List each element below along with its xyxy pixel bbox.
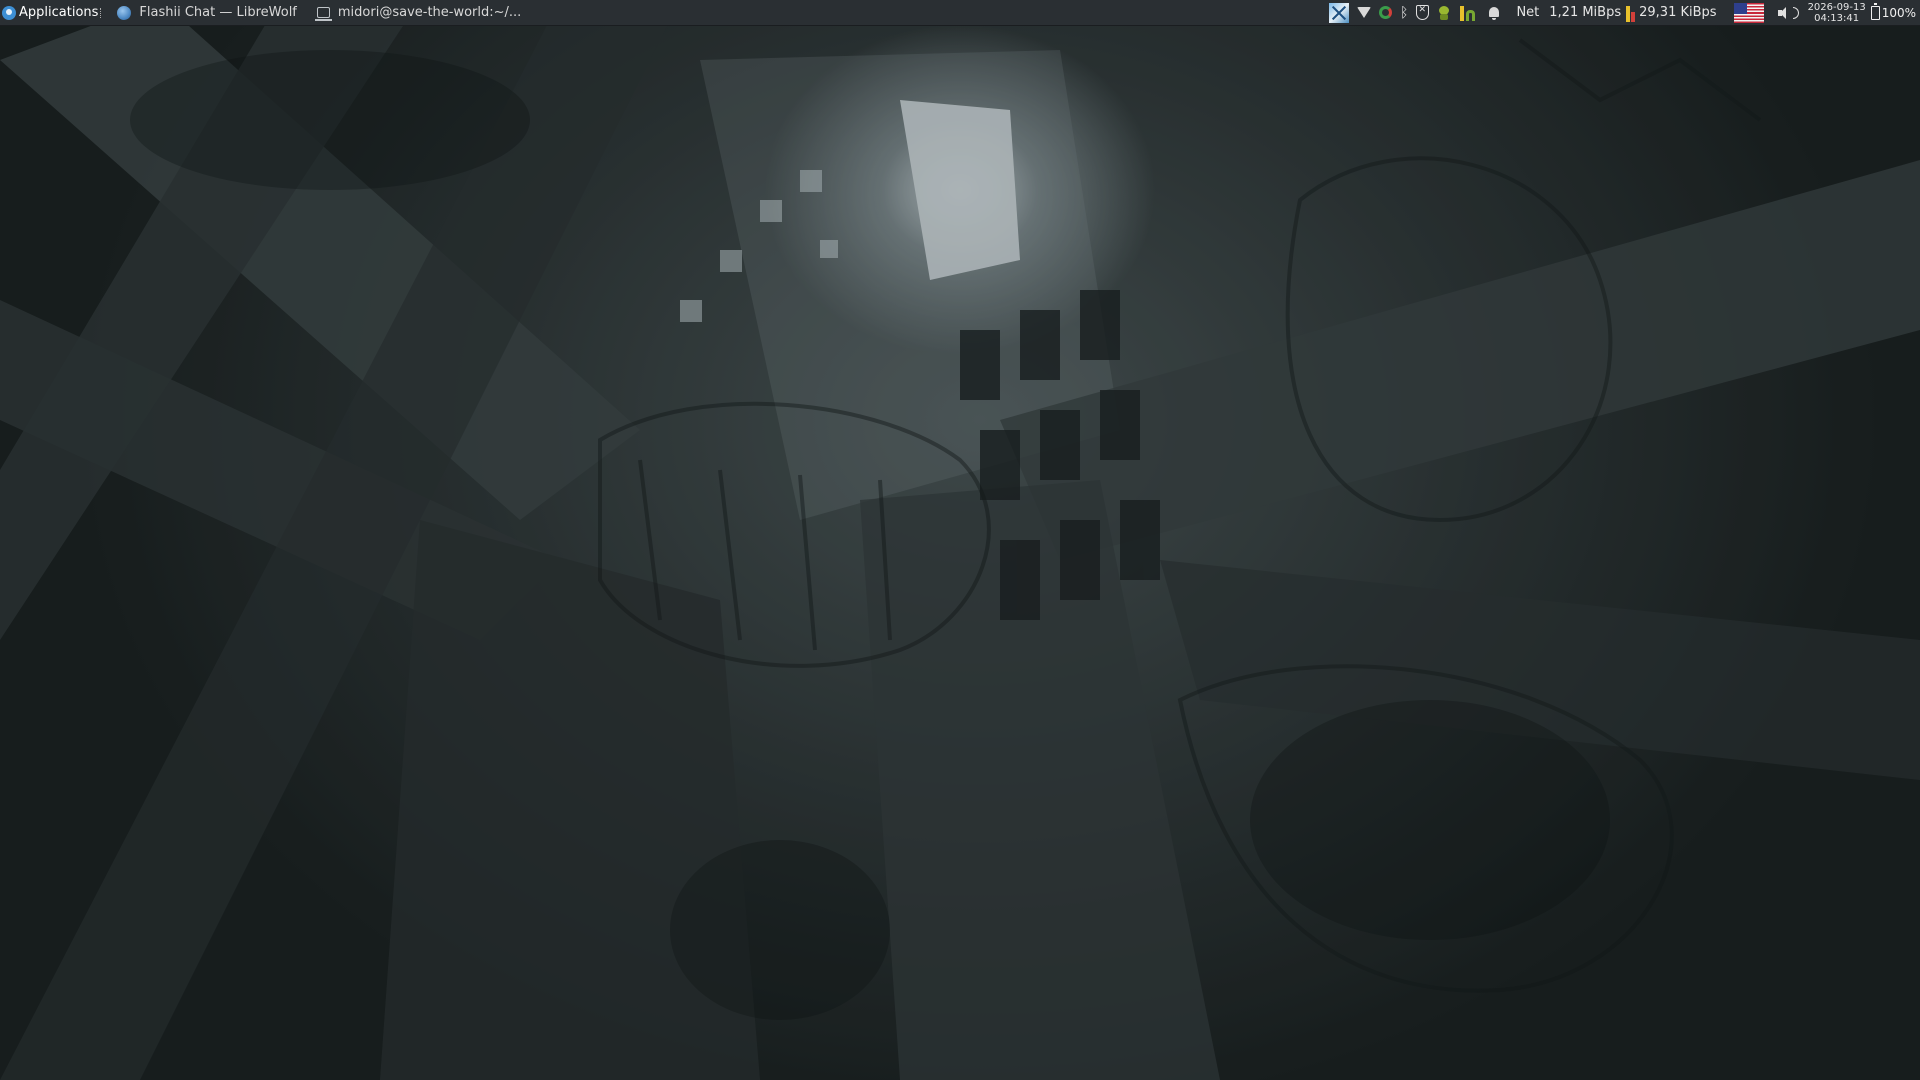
wifi-icon: [1357, 7, 1372, 18]
clock[interactable]: 2026-09-13 04:13:41: [1805, 0, 1869, 26]
battery-icon: [1870, 2, 1880, 20]
us-flag-icon: [1733, 2, 1764, 23]
distro-logo-icon: [2, 5, 16, 20]
net-label: Net: [1516, 5, 1540, 20]
notes-app-icon: [1459, 4, 1477, 22]
clock-time: 04:13:41: [1814, 12, 1860, 24]
taskbar-item-title: Flashii Chat — LibreWolf: [139, 5, 297, 20]
tray-app-launcher[interactable]: [1325, 0, 1353, 26]
sync-icon: [1379, 6, 1393, 19]
bell-icon: [1489, 6, 1500, 20]
taskbar-item-librewolf[interactable]: Flashii Chat — LibreWolf: [107, 0, 306, 26]
desktop: Applications Flashii Chat — LibreWolf mi…: [0, 0, 1920, 1080]
system-tray: ᛒ Net 1,21 MiBps 29,31 KiBps: [1325, 0, 1920, 26]
net-bar: [1631, 11, 1636, 22]
librewolf-globe-icon: [117, 5, 132, 20]
net-monitor[interactable]: Net 1,21 MiBps 29,31 KiBps: [1507, 0, 1725, 26]
desktop-wallpaper: [0, 0, 1920, 1080]
taskbar-item-terminal[interactable]: midori@save-the-world:~/...: [307, 0, 531, 26]
battery-percent: 100%: [1881, 5, 1916, 20]
taskbar-item-title: midori@save-the-world:~/...: [337, 5, 522, 20]
tray-vpn[interactable]: [1412, 0, 1433, 26]
pet-icon: [1437, 5, 1451, 21]
applications-menu-label: Applications: [19, 5, 99, 20]
tray-app-icon: [1329, 2, 1350, 23]
shield-icon: [1416, 5, 1430, 20]
bluetooth-icon: ᛒ: [1400, 4, 1409, 21]
net-bar: [1626, 5, 1631, 22]
tray-battery[interactable]: 100%: [1869, 0, 1918, 26]
tray-sync[interactable]: [1375, 0, 1396, 26]
tray-pet[interactable]: [1433, 0, 1455, 26]
tray-notifications[interactable]: [1481, 0, 1507, 26]
applications-menu-button[interactable]: Applications: [0, 0, 107, 26]
tray-network[interactable]: [1353, 0, 1375, 26]
tray-volume[interactable]: [1772, 0, 1805, 26]
volume-icon: [1777, 6, 1792, 20]
clock-date: 2026-09-13: [1807, 1, 1866, 13]
net-download-speed: 1,21 MiBps: [1549, 5, 1622, 20]
tray-notes[interactable]: [1455, 0, 1481, 26]
terminal-icon: [314, 7, 332, 21]
tray-keyboard-layout[interactable]: [1726, 0, 1772, 26]
top-panel: Applications Flashii Chat — LibreWolf mi…: [0, 0, 1920, 26]
net-upload-speed: 29,31 KiBps: [1639, 5, 1717, 20]
panel-separator: [100, 7, 103, 18]
panel-left: Applications Flashii Chat — LibreWolf mi…: [0, 0, 531, 26]
volume-wave-icon: [1792, 6, 1799, 19]
net-graph-icon: [1626, 4, 1636, 22]
tray-bluetooth[interactable]: ᛒ: [1396, 0, 1412, 26]
